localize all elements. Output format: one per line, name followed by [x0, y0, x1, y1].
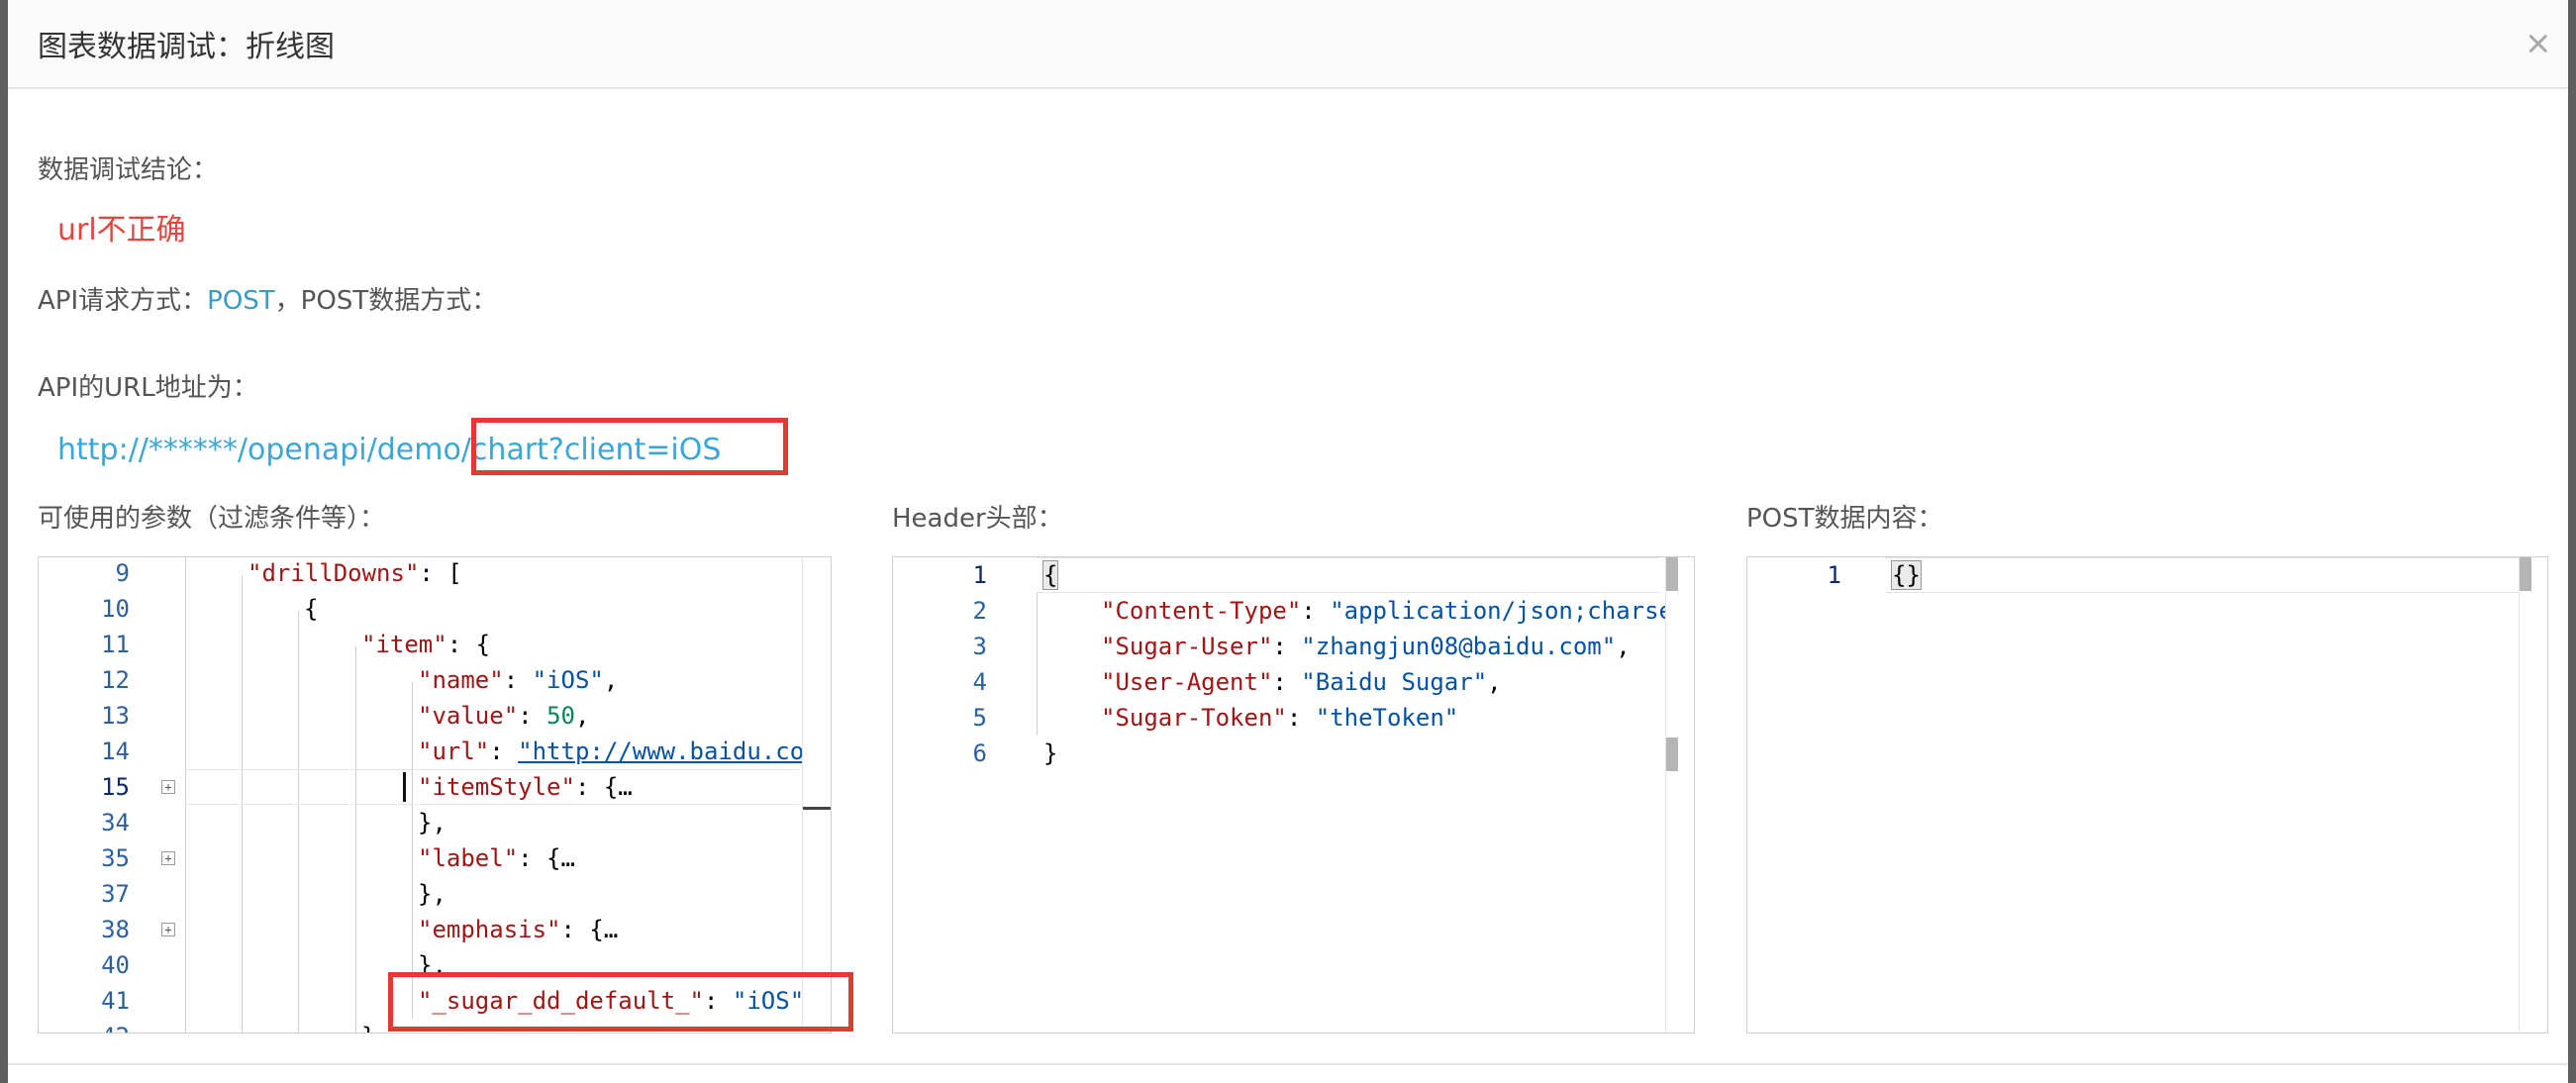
code-line: "Content-Type": "application/json;charse…	[1101, 597, 1695, 625]
params-label: 可使用的参数（过滤条件等）：	[38, 504, 386, 534]
indent-guide	[298, 611, 299, 1033]
post-data-editor[interactable]: 1 {}	[1746, 556, 2548, 1034]
code-line: "name": "iOS",	[418, 666, 619, 694]
current-line-highlight	[1886, 557, 2520, 593]
scroll-thumb[interactable]	[1666, 738, 1678, 771]
scroll-thumb[interactable]	[2520, 557, 2531, 591]
api-method-prefix: API请求方式：	[38, 286, 208, 316]
expand-fold-icon[interactable]: +	[161, 780, 175, 794]
line-number: 37	[101, 880, 130, 908]
chart-debug-modal: 图表数据调试：折线图 × 数据调试结论： url不正确 API请求方式：POST…	[8, 0, 2568, 1083]
api-method-line: API请求方式：POST，POST数据方式：	[38, 283, 497, 319]
params-scrollbar[interactable]	[802, 557, 831, 1033]
line-number: 10	[101, 595, 130, 623]
line-number: 9	[115, 559, 130, 587]
line-number: 34	[101, 809, 130, 837]
conclusion-value: url不正确	[57, 213, 186, 247]
scroll-thumb[interactable]	[1666, 557, 1678, 591]
current-line-highlight	[1037, 557, 1660, 593]
code-line: {	[1041, 560, 1059, 590]
line-number: 11	[101, 631, 130, 658]
code-line: "label": {…	[418, 844, 575, 872]
url-value-link[interactable]: "http://www.baidu.com"	[518, 738, 831, 765]
line-number: 3	[972, 633, 987, 660]
code-line: "url": "http://www.baidu.com"	[418, 738, 832, 765]
line-number: 14	[101, 738, 130, 765]
api-url-label: API的URL地址为：	[38, 373, 258, 403]
modal-header: 图表数据调试：折线图 ×	[8, 0, 2568, 89]
line-number: 40	[101, 951, 130, 979]
line-number: 35	[101, 844, 130, 872]
line-number: 38	[101, 916, 130, 943]
code-line: {}	[1891, 560, 1922, 590]
code-line: "value": 50,	[418, 702, 590, 730]
expand-fold-icon[interactable]: +	[161, 923, 175, 936]
code-line: "Sugar-Token": "theToken"	[1101, 704, 1459, 732]
code-line: },	[418, 809, 446, 837]
expand-fold-icon[interactable]: +	[161, 851, 175, 865]
line-number: 13	[101, 702, 130, 730]
indent-guide	[412, 682, 413, 1019]
default-key-highlight-box	[388, 972, 853, 1032]
header-label: Header头部：	[892, 504, 1063, 534]
code-line: }	[361, 1019, 375, 1033]
post-data-method-label: ，POST数据方式：	[274, 286, 498, 316]
line-number: 42	[39, 1019, 130, 1033]
modal-title: 图表数据调试：折线图	[38, 30, 335, 64]
header-editor[interactable]: 1 2 3 4 5 6 { "Content-Type": "applicati…	[892, 556, 1695, 1034]
conclusion-label: 数据调试结论：	[38, 155, 219, 185]
scroll-thumb[interactable]	[803, 807, 831, 810]
text-cursor	[403, 772, 406, 802]
line-number: 41	[101, 987, 130, 1015]
code-line: "drillDowns": [	[248, 559, 462, 587]
modal-footer-divider	[8, 1063, 2568, 1065]
code-line: "itemStyle": {…	[418, 773, 633, 801]
code-line: "Sugar-User": "zhangjun08@baidu.com",	[1101, 633, 1631, 660]
line-number: 4	[972, 668, 987, 696]
line-number: 2	[972, 597, 987, 625]
url-highlight-box	[471, 418, 788, 475]
code-line: {	[304, 595, 319, 623]
code-line: "item": {	[361, 631, 491, 658]
code-line: },	[418, 880, 446, 908]
line-number: 15	[101, 773, 130, 801]
post-data-label: POST数据内容：	[1746, 504, 1943, 534]
api-method-value: POST	[207, 286, 275, 316]
code-line: "emphasis": {…	[418, 916, 619, 943]
line-number: 1	[972, 561, 987, 589]
line-number: 6	[972, 739, 987, 767]
line-number: 5	[972, 704, 987, 732]
close-icon[interactable]: ×	[2526, 22, 2550, 65]
indent-guide	[1037, 593, 1038, 736]
params-editor[interactable]: 9 10 11 12 13 14 15 34 35 37 38 40 41 42…	[38, 556, 832, 1034]
code-line: }	[1043, 739, 1058, 767]
line-number: 1	[1827, 561, 1841, 589]
indent-guide	[355, 646, 356, 1033]
header-scrollbar[interactable]	[1665, 557, 1694, 1033]
line-number: 12	[101, 666, 130, 694]
code-line: "User-Agent": "Baidu Sugar",	[1101, 668, 1502, 696]
post-scrollbar[interactable]	[2519, 557, 2547, 1033]
